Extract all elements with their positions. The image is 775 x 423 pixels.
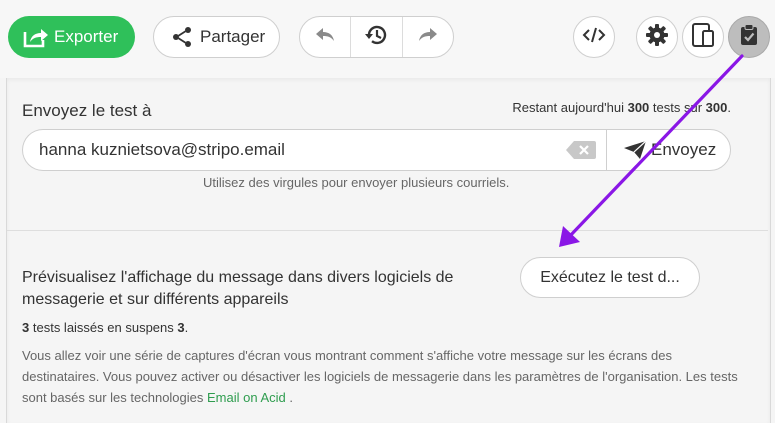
settings-button[interactable]	[636, 16, 678, 58]
preview-description: Vous allez voir une série de captures d'…	[22, 345, 742, 408]
remaining-total: 300	[705, 100, 728, 115]
remaining-count: 300	[627, 100, 650, 115]
redo-icon	[416, 24, 440, 51]
backspace-icon	[566, 141, 596, 163]
undo-button[interactable]	[300, 17, 350, 57]
clipboard-check-icon	[738, 23, 760, 52]
section-divider	[7, 230, 768, 231]
remaining-prefix: Restant aujourd'hui	[512, 100, 624, 115]
run-test-button[interactable]: Exécutez le test d...	[520, 257, 700, 298]
undo-icon	[313, 24, 337, 51]
test-email-button[interactable]	[728, 16, 770, 58]
code-icon	[582, 25, 606, 50]
history-icon	[363, 22, 389, 53]
share-label: Partager	[200, 27, 266, 46]
device-preview-button[interactable]	[682, 16, 724, 58]
remaining-mid: tests sur	[652, 100, 703, 115]
input-hint: Utilisez des virgules pour envoyer plusi…	[203, 175, 510, 190]
email-on-acid-link[interactable]: Email on Acid	[207, 390, 286, 405]
top-toolbar: Exporter Partager	[0, 0, 775, 78]
run-test-label: Exécutez le test d...	[540, 268, 680, 286]
remaining-tests-text: Restant aujourd'hui 300 tests sur 300.	[512, 100, 731, 115]
export-label: Exporter	[54, 27, 119, 46]
send-test-button[interactable]: Envoyez	[606, 129, 731, 171]
code-editor-button[interactable]	[573, 16, 615, 58]
paper-plane-icon	[623, 140, 647, 160]
preview-title: Prévisualisez l'affichage du message dan…	[22, 269, 454, 308]
description-end: .	[289, 390, 294, 405]
clear-input-button[interactable]	[566, 141, 596, 159]
redo-button[interactable]	[403, 17, 453, 57]
send-test-label: Envoyez le test à	[22, 101, 152, 120]
remaining-suffix: .	[727, 100, 731, 115]
email-field[interactable]	[23, 130, 561, 170]
pending-tests-text: 3 tests laissés en suspens 3.	[22, 320, 188, 335]
export-button[interactable]: Exporter	[8, 16, 135, 58]
history-button[interactable]	[350, 17, 403, 57]
export-icon	[22, 25, 50, 49]
email-input-container	[22, 129, 609, 171]
pending-total: 3	[177, 320, 185, 335]
share-button[interactable]: Partager	[153, 16, 280, 58]
history-controls	[299, 16, 454, 58]
share-icon	[170, 25, 194, 49]
pending-count: 3	[22, 320, 30, 335]
pending-suffix: .	[184, 320, 189, 335]
send-label: Envoyez	[651, 140, 717, 159]
pending-text: tests laissés en suspens	[32, 320, 174, 335]
description-text: Vous allez voir une série de captures d'…	[22, 348, 738, 405]
devices-icon	[690, 22, 716, 53]
gear-icon	[645, 23, 669, 52]
